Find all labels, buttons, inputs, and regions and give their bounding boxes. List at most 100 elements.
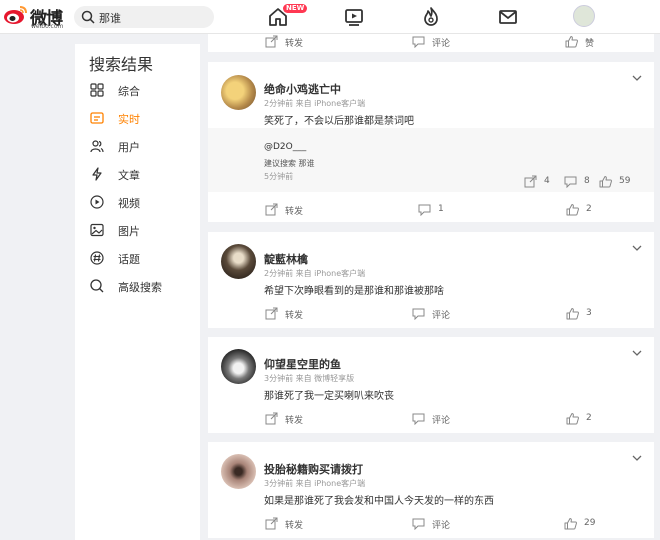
article-icon bbox=[92, 167, 102, 181]
post-text: 希望下次睁眼看到的是那谁和那谁被那啥 bbox=[264, 286, 444, 297]
repost-icon bbox=[265, 203, 278, 216]
like-icon bbox=[566, 204, 579, 216]
image-icon bbox=[90, 223, 104, 237]
hot-icon[interactable] bbox=[420, 6, 442, 28]
comment-count: 8 bbox=[584, 176, 590, 186]
new-badge: NEW bbox=[283, 4, 308, 13]
post-text: 笑死了，不会以后那谁都是禁词吧 bbox=[264, 116, 414, 127]
video-icon bbox=[90, 195, 104, 209]
repost-count: 4 bbox=[544, 176, 550, 186]
like-count: 29 bbox=[584, 518, 596, 528]
search-icon bbox=[90, 279, 104, 293]
search-box[interactable]: 那谁 bbox=[74, 6, 214, 28]
avatar[interactable] bbox=[221, 349, 256, 384]
chevron-down-icon[interactable] bbox=[632, 454, 642, 462]
comment-icon bbox=[418, 204, 431, 216]
sidebar-item-images[interactable]: 图片 bbox=[75, 221, 200, 241]
username[interactable]: 绝命小鸡逃亡中 bbox=[264, 81, 341, 97]
username[interactable]: 投胎秘籍购买请拨打 bbox=[264, 461, 363, 477]
like-icon bbox=[564, 518, 577, 530]
comment-icon bbox=[412, 413, 425, 425]
like-count: 2 bbox=[586, 204, 592, 214]
top-bar: 微博 weibo.com 那谁 NEW bbox=[0, 0, 660, 34]
post-card: 投胎秘籍购买请拨打 3分钟前 来自 iPhone客户端 如果是那谁死了我会发和中… bbox=[208, 442, 654, 538]
search-input[interactable]: 那谁 bbox=[99, 10, 121, 26]
realtime-icon bbox=[90, 112, 104, 124]
sidebar-item-users[interactable]: 用户 bbox=[75, 137, 200, 157]
like-icon bbox=[566, 308, 579, 320]
mail-icon[interactable] bbox=[497, 6, 519, 28]
repost-label: 转发 bbox=[285, 416, 304, 426]
post-card: 绝命小鸡逃亡中 2分钟前 来自 iPhone客户端 笑死了，不会以后那谁都是禁词… bbox=[208, 62, 654, 222]
search-sidebar: 搜索结果 综合 实时 用户 文章 视频 图片 话题 高级搜索 bbox=[75, 44, 200, 540]
sidebar-item-articles[interactable]: 文章 bbox=[75, 165, 200, 185]
sidebar-item-realtime[interactable]: 实时 bbox=[75, 109, 200, 129]
quoted-text: 建议搜索 那谁 bbox=[264, 159, 315, 168]
post-meta: 2分钟前 来自 iPhone客户端 bbox=[264, 99, 366, 108]
post-card: 仰望星空里的鱼 3分钟前 来自 微博轻享版 那谁死了我一定买喇叭来吹丧 转发 评… bbox=[208, 337, 654, 433]
sidebar-item-label: 文章 bbox=[118, 169, 140, 182]
repost-icon bbox=[265, 307, 278, 320]
comment-icon bbox=[564, 176, 577, 188]
repost-icon bbox=[265, 517, 278, 530]
comment-count: 1 bbox=[438, 204, 444, 214]
search-icon bbox=[81, 10, 95, 24]
like-count: 2 bbox=[586, 413, 592, 423]
sidebar-item-topics[interactable]: 话题 bbox=[75, 249, 200, 269]
repost-label: 转发 bbox=[285, 207, 304, 217]
comment-label: 评论 bbox=[432, 39, 451, 49]
grid-icon bbox=[90, 83, 104, 97]
chevron-down-icon[interactable] bbox=[632, 244, 642, 252]
repost-label: 转发 bbox=[285, 521, 304, 531]
users-icon bbox=[90, 140, 104, 153]
sidebar-item-label: 用户 bbox=[118, 141, 140, 154]
avatar[interactable] bbox=[221, 244, 256, 279]
weibo-eye-icon bbox=[4, 6, 27, 24]
sidebar-item-label: 高级搜索 bbox=[118, 281, 162, 294]
sidebar-item-label: 话题 bbox=[118, 253, 140, 266]
logo-url: weibo.com bbox=[31, 23, 64, 30]
sidebar-item-label: 实时 bbox=[118, 113, 140, 126]
comment-label: 评论 bbox=[432, 416, 451, 426]
video-nav-icon[interactable] bbox=[343, 6, 365, 28]
username[interactable]: 靛藍林檎 bbox=[264, 251, 308, 267]
repost-label: 转发 bbox=[285, 39, 304, 49]
repost-icon bbox=[524, 175, 537, 188]
sidebar-item-advanced-search[interactable]: 高级搜索 bbox=[75, 277, 200, 297]
avatar[interactable] bbox=[221, 454, 256, 489]
comment-icon bbox=[412, 308, 425, 320]
quoted-handle[interactable]: @D2O___ bbox=[264, 142, 306, 152]
previous-post-actions: 转发 评论 赞 bbox=[208, 34, 654, 52]
user-avatar[interactable] bbox=[573, 5, 595, 27]
post-text: 那谁死了我一定买喇叭来吹丧 bbox=[264, 391, 394, 402]
sidebar-item-videos[interactable]: 视频 bbox=[75, 193, 200, 213]
weibo-logo[interactable]: 微博 weibo.com bbox=[4, 3, 70, 31]
like-count: 59 bbox=[619, 176, 631, 186]
post-meta: 2分钟前 来自 iPhone客户端 bbox=[264, 269, 366, 278]
username[interactable]: 仰望星空里的鱼 bbox=[264, 356, 341, 372]
sidebar-item-all[interactable]: 综合 bbox=[75, 81, 200, 101]
post-meta: 3分钟前 来自 微博轻享版 bbox=[264, 374, 355, 383]
chevron-down-icon[interactable] bbox=[632, 349, 642, 357]
post-card: 靛藍林檎 2分钟前 来自 iPhone客户端 希望下次睁眼看到的是那谁和那谁被那… bbox=[208, 232, 654, 328]
like-count: 3 bbox=[586, 308, 592, 318]
quoted-meta: 5分钟前 bbox=[264, 172, 294, 181]
sidebar-item-label: 图片 bbox=[118, 225, 140, 238]
like-icon bbox=[565, 36, 578, 48]
post-text: 如果是那谁死了我会发和中国人今天发的一样的东西 bbox=[264, 496, 494, 507]
post-meta: 3分钟前 来自 iPhone客户端 bbox=[264, 479, 366, 488]
like-label: 赞 bbox=[585, 39, 595, 49]
comment-label: 评论 bbox=[432, 311, 451, 321]
chevron-down-icon[interactable] bbox=[632, 74, 642, 82]
avatar[interactable] bbox=[221, 75, 256, 110]
like-icon bbox=[599, 176, 612, 188]
comment-icon bbox=[412, 518, 425, 530]
quoted-post[interactable]: @D2O___ 建议搜索 那谁 5分钟前 4 8 59 bbox=[208, 128, 654, 192]
sidebar-item-label: 综合 bbox=[118, 85, 140, 98]
topic-icon bbox=[90, 251, 104, 265]
comment-icon bbox=[412, 36, 425, 48]
sidebar-title: 搜索结果 bbox=[89, 55, 154, 74]
comment-label: 评论 bbox=[432, 521, 451, 531]
repost-icon bbox=[265, 412, 278, 425]
like-icon bbox=[566, 413, 579, 425]
